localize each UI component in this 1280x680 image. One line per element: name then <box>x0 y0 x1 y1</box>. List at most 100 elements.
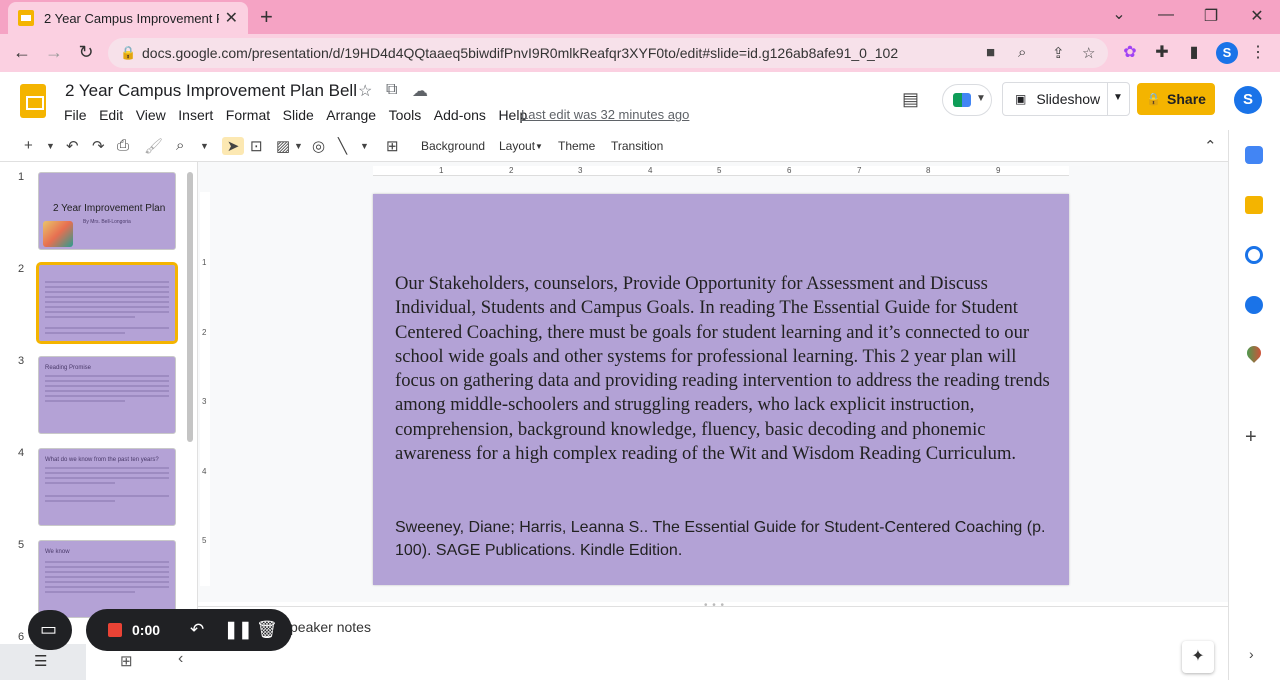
collapse-filmstrip-icon[interactable]: ‹ <box>178 650 183 668</box>
slide-thumbnail-4[interactable]: What do we know from the past ten years? <box>38 448 176 526</box>
restart-icon[interactable]: ↶ <box>190 620 204 640</box>
layout-button[interactable]: Layout <box>499 139 535 153</box>
slide-number: 3 <box>18 355 25 367</box>
image-dropdown-icon[interactable]: ▼ <box>294 141 303 151</box>
menu-addons[interactable]: Add-ons <box>434 107 486 123</box>
close-tab-icon[interactable]: ✕ <box>225 8 238 28</box>
extensions-puzzle-icon[interactable]: ✚ <box>1152 42 1172 62</box>
back-arrow-icon[interactable]: ← <box>10 42 34 63</box>
close-window-icon[interactable]: ✕ <box>1247 6 1267 26</box>
menu-format[interactable]: Format <box>226 107 270 123</box>
slideshow-button[interactable]: ▣ Slideshow ▼ <box>1002 82 1130 116</box>
explore-button[interactable]: ✦ <box>1182 641 1214 673</box>
text-box-icon[interactable]: ⊡ <box>250 137 263 155</box>
line-dropdown-icon[interactable]: ▼ <box>360 141 369 151</box>
last-edit-link[interactable]: Last edit was 32 minutes ago <box>521 107 689 122</box>
line-icon[interactable]: ╲ <box>338 137 347 155</box>
slide-thumbnail-2[interactable] <box>36 262 178 344</box>
calendar-icon[interactable] <box>1245 146 1263 164</box>
filmstrip-scrollbar[interactable] <box>187 172 193 442</box>
shape-icon[interactable]: ◎ <box>312 137 325 155</box>
slide-citation-text[interactable]: Sweeney, Diane; Harris, Leanna S.. The E… <box>395 517 1055 562</box>
video-camera-icon: ▭ <box>40 619 58 639</box>
new-tab-icon[interactable]: + <box>260 4 273 30</box>
menu-slide[interactable]: Slide <box>283 107 314 123</box>
new-slide-dropdown-icon[interactable]: ▼ <box>46 141 55 151</box>
share-page-icon[interactable]: ⇪ <box>1052 44 1065 62</box>
vertical-ruler[interactable]: 1 2 3 4 5 <box>200 192 210 586</box>
star-icon[interactable]: ☆ <box>358 81 372 101</box>
tasks-icon[interactable] <box>1245 246 1263 264</box>
stop-recording-icon[interactable] <box>108 623 122 637</box>
tab-search-chevron-icon[interactable]: ⌄ <box>1109 4 1129 24</box>
collapse-toolbar-icon[interactable]: ⌃ <box>1204 137 1217 155</box>
share-button[interactable]: 🔒 Share <box>1137 83 1215 115</box>
undo-icon[interactable]: ↶ <box>66 137 79 155</box>
lock-icon[interactable]: 🔒 <box>120 45 136 61</box>
grid-view-icon[interactable]: ⊞ <box>120 652 133 670</box>
paint-format-icon[interactable]: 🖌 <box>144 137 163 155</box>
move-folder-icon[interactable]: ⧉ <box>386 81 397 99</box>
extension-flower-icon[interactable]: ✿ <box>1120 42 1140 62</box>
image-icon[interactable]: ▨ <box>276 137 290 155</box>
slide-thumbnail-3[interactable]: Reading Promise <box>38 356 176 434</box>
camera-blocked-icon[interactable]: ■ <box>986 44 995 61</box>
print-icon[interactable]: ⎙ <box>117 137 129 154</box>
background-button[interactable]: Background <box>421 139 485 153</box>
pause-icon[interactable]: ❚❚ <box>224 620 253 640</box>
current-slide[interactable]: Our Stakeholders, counselors, Provide Op… <box>373 194 1069 585</box>
restore-icon[interactable]: ❐ <box>1201 6 1221 26</box>
menu-file[interactable]: File <box>64 107 87 123</box>
keep-icon[interactable] <box>1245 196 1263 214</box>
speaker-notes-placeholder[interactable]: peaker notes <box>290 619 371 635</box>
comment-history-icon[interactable]: ▤ <box>902 89 919 110</box>
reload-icon[interactable]: ↻ <box>74 42 98 63</box>
maps-icon[interactable] <box>1244 343 1264 363</box>
layout-dropdown-icon[interactable]: ▼ <box>535 142 543 151</box>
transition-button[interactable]: Transition <box>611 139 663 153</box>
menu-edit[interactable]: Edit <box>99 107 123 123</box>
zoom-icon[interactable]: ⌕ <box>1018 44 1026 61</box>
slide-thumbnail-1[interactable]: 2 Year Improvement Plan By Mrs. Bell-Lon… <box>38 172 176 250</box>
browser-profile-avatar[interactable]: S <box>1216 42 1238 64</box>
menu-arrange[interactable]: Arrange <box>326 107 376 123</box>
theme-button[interactable]: Theme <box>558 139 595 153</box>
slide-thumbnail-5[interactable]: We know <box>38 540 176 618</box>
document-title[interactable]: 2 Year Campus Improvement Plan Bell <box>65 81 357 101</box>
forward-arrow-icon[interactable]: → <box>42 42 66 63</box>
minimize-icon[interactable]: — <box>1156 6 1176 24</box>
account-avatar[interactable]: S <box>1234 86 1262 114</box>
redo-icon[interactable]: ↷ <box>92 137 105 155</box>
delete-recording-icon[interactable]: 🗑 <box>256 620 278 640</box>
slideshow-dropdown-icon[interactable]: ▼ <box>1113 92 1123 103</box>
slide-body-text[interactable]: Our Stakeholders, counselors, Provide Op… <box>395 272 1055 466</box>
recorder-camera-button[interactable]: ▭ <box>28 610 72 650</box>
ruler-number: 3 <box>578 166 583 175</box>
select-cursor-icon[interactable]: ➤ <box>222 137 244 155</box>
thumb-title: 2 Year Improvement Plan <box>53 203 166 214</box>
speaker-notes-panel[interactable]: peaker notes <box>198 606 1228 680</box>
meet-button[interactable]: ▼ <box>942 84 992 116</box>
add-comment-icon[interactable]: ⊞ <box>386 137 399 155</box>
add-addon-plus-icon[interactable]: + <box>1245 426 1257 449</box>
ruler-number: 5 <box>717 166 722 175</box>
show-side-panel-icon[interactable]: › <box>1249 646 1254 662</box>
browser-menu-icon[interactable]: ⋮ <box>1248 42 1268 62</box>
zoom-dropdown-icon[interactable]: ▼ <box>200 141 209 151</box>
address-bar[interactable]: 🔒 docs.google.com/presentation/d/19HD4d4… <box>108 38 1108 68</box>
zoom-icon[interactable]: ⌕ <box>176 137 184 154</box>
side-panel-icon[interactable]: ▮ <box>1184 42 1204 62</box>
cloud-saved-icon[interactable]: ☁ <box>412 81 428 101</box>
slides-logo-icon[interactable] <box>20 84 46 118</box>
bookmark-star-icon[interactable]: ☆ <box>1082 44 1095 62</box>
horizontal-ruler[interactable]: 1 2 3 4 5 6 7 8 9 <box>373 166 1069 176</box>
browser-tab[interactable]: 2 Year Campus Improvement Plan ✕ <box>8 2 248 34</box>
contacts-icon[interactable] <box>1245 296 1263 314</box>
menu-view[interactable]: View <box>136 107 166 123</box>
slides-favicon-icon <box>18 10 34 26</box>
present-icon: ▣ <box>1015 92 1027 106</box>
menu-tools[interactable]: Tools <box>389 107 422 123</box>
menu-insert[interactable]: Insert <box>178 107 213 123</box>
ruler-number: 4 <box>648 166 653 175</box>
new-slide-plus-icon[interactable]: + <box>24 137 33 154</box>
